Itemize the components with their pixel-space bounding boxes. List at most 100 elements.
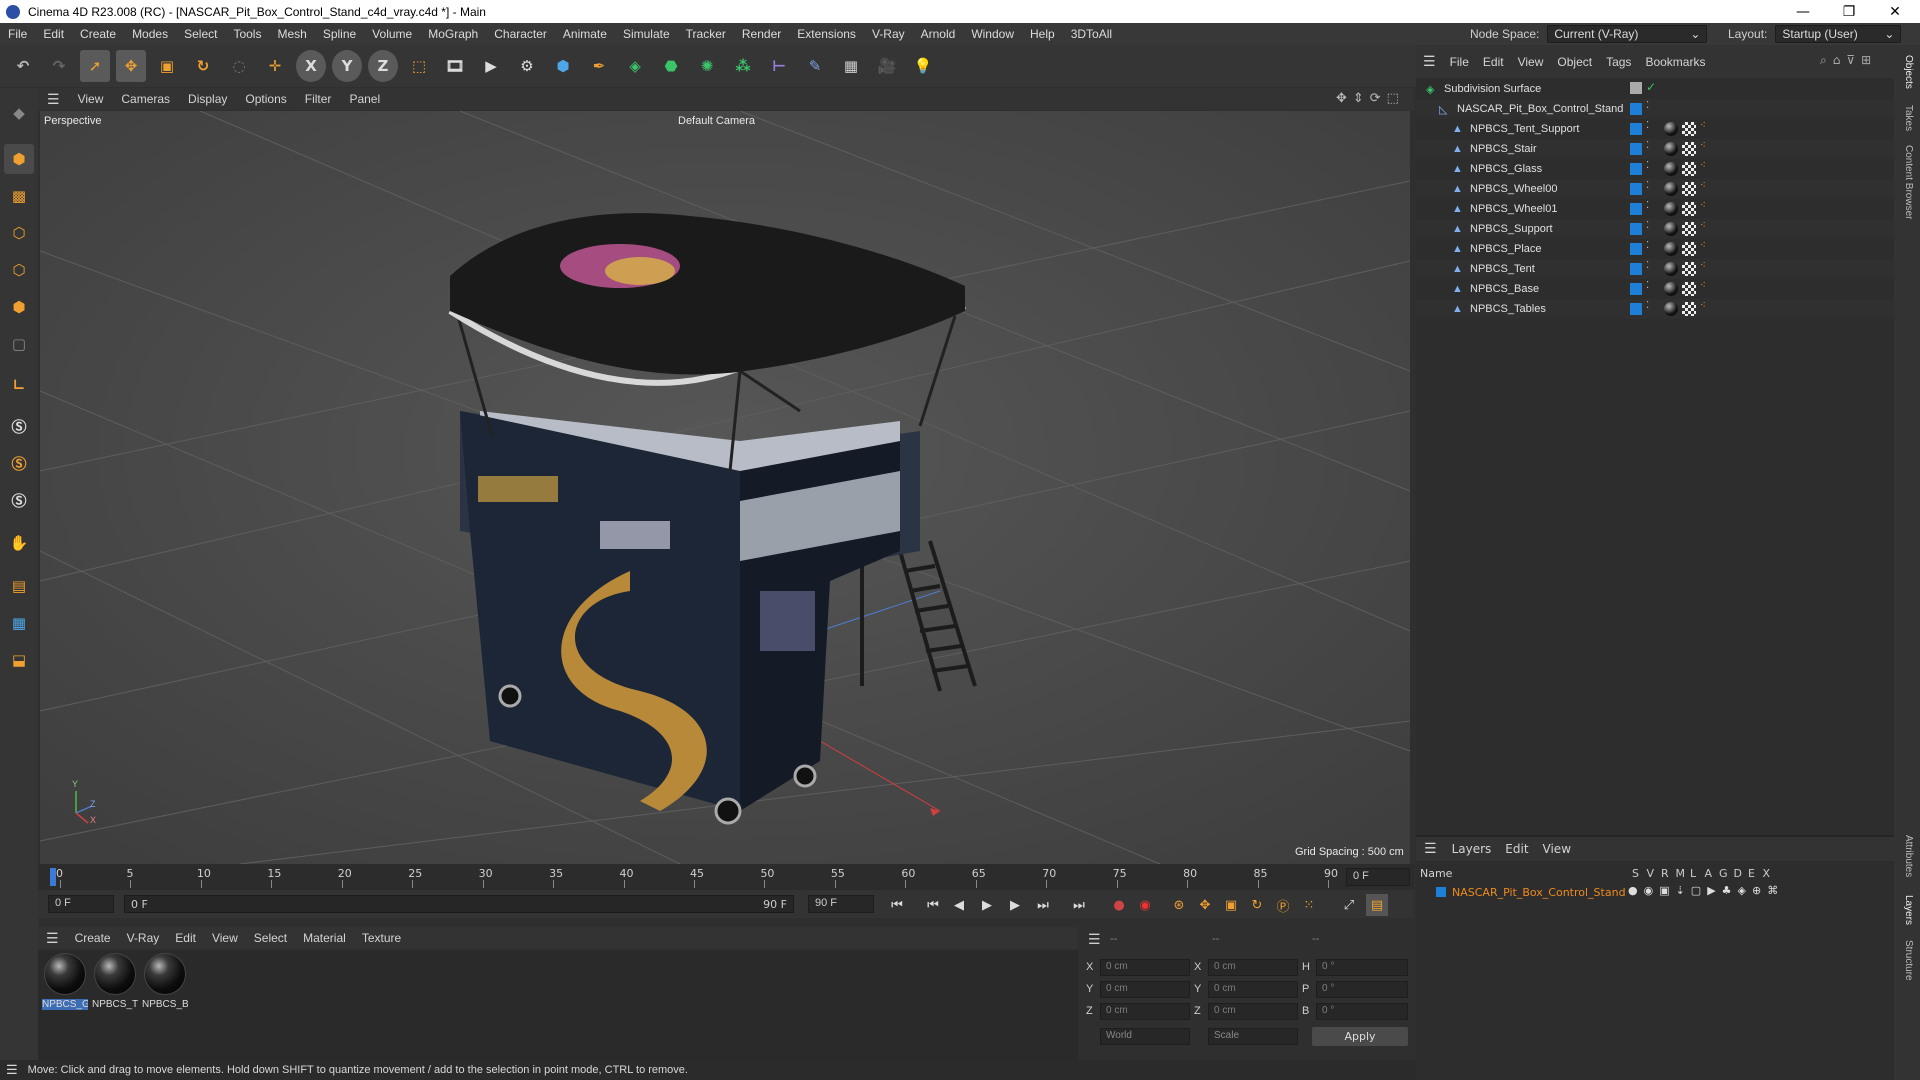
vray-tag-icon[interactable]: ⁖ <box>1700 280 1714 294</box>
layer-color-tag[interactable] <box>1630 223 1642 235</box>
vray-tag-icon[interactable]: ⁖ <box>1700 200 1714 214</box>
menu-3dtoall[interactable]: 3DToAll <box>1063 27 1120 41</box>
menu-mograph[interactable]: MoGraph <box>420 27 486 41</box>
tab-attributes[interactable]: Attributes <box>1903 835 1914 877</box>
visibility-dots-icon[interactable]: ⁚ <box>1646 220 1660 234</box>
move-icon[interactable]: ✥ <box>116 50 146 82</box>
texture-tag-icon[interactable] <box>1682 142 1696 156</box>
object-name[interactable]: NPBCS_Support <box>1470 223 1553 235</box>
axis-mode-icon[interactable]: ∟ <box>4 370 34 400</box>
layer-color-tag[interactable] <box>1630 143 1642 155</box>
go-to-end-icon[interactable]: ⏭ <box>1068 894 1090 916</box>
camera-icon[interactable]: 🎥 <box>872 50 902 82</box>
vray-tag-icon[interactable]: ⁖ <box>1700 180 1714 194</box>
menu-arnold[interactable]: Arnold <box>913 27 964 41</box>
material-menu-material[interactable]: Material <box>295 931 354 945</box>
texture-tag-icon[interactable] <box>1682 242 1696 256</box>
next-key-icon[interactable]: ⏭ <box>1032 894 1054 916</box>
extrude-icon[interactable]: ⬣ <box>656 50 686 82</box>
live-select-icon[interactable]: ◌ <box>224 50 254 82</box>
key-rotation-icon[interactable]: ↻ <box>1246 894 1268 916</box>
vray-tag-icon[interactable]: ⁖ <box>1700 120 1714 134</box>
material-menu-select[interactable]: Select <box>246 931 295 945</box>
apply-button[interactable]: Apply <box>1312 1027 1408 1046</box>
material-tag-icon[interactable] <box>1664 202 1678 216</box>
rotation-h-field[interactable]: 0 ° <box>1316 959 1408 976</box>
transform-icon[interactable]: ✛ <box>260 50 290 82</box>
material-menu-create[interactable]: Create <box>67 931 119 945</box>
tab-objects[interactable]: Objects <box>1903 55 1914 89</box>
material-tag-icon[interactable] <box>1664 182 1678 196</box>
position-x-field[interactable]: 0 cm <box>1100 959 1190 976</box>
timeline-ruler[interactable]: 0 5 10 15 20 25 30 35 40 45 50 55 60 65 70 75 80 85 90 0 F <box>38 864 1414 890</box>
texture-tag-icon[interactable] <box>1682 262 1696 276</box>
menu-simulate[interactable]: Simulate <box>615 27 678 41</box>
layer-color-tag[interactable] <box>1630 183 1642 195</box>
layers-menu-layers[interactable]: Layers <box>1445 842 1499 856</box>
object-name[interactable]: NPBCS_Glass <box>1470 163 1542 175</box>
layer-color-swatch[interactable] <box>1436 887 1446 897</box>
cloner-icon[interactable]: ✺ <box>692 50 722 82</box>
material-tag-icon[interactable] <box>1664 222 1678 236</box>
coords-hamburger-icon[interactable]: ☰ <box>1088 931 1101 948</box>
rotate-icon[interactable]: ↻ <box>188 50 218 82</box>
undo-icon[interactable]: ↶ <box>8 50 38 82</box>
menu-vray[interactable]: V-Ray <box>864 27 913 41</box>
render-picture-viewer-icon[interactable]: ▶ <box>476 50 506 82</box>
start-frame-field[interactable]: 0 F <box>48 895 114 913</box>
enabled-check-icon[interactable]: ✓ <box>1646 80 1660 94</box>
visibility-dots-icon[interactable]: ⁚ <box>1646 280 1660 294</box>
om-hamburger-icon[interactable]: ☰ <box>1416 53 1443 70</box>
light-icon[interactable]: 💡 <box>908 50 938 82</box>
render-settings-icon[interactable]: ⚙ <box>512 50 542 82</box>
rotation-b-field[interactable]: 0 ° <box>1316 1003 1408 1020</box>
vray-tag-icon[interactable]: ⁖ <box>1700 240 1714 254</box>
select-icon[interactable]: ➚ <box>80 50 110 82</box>
tab-takes[interactable]: Takes <box>1903 105 1914 131</box>
snap-settings-icon[interactable]: Ⓢ <box>4 448 34 478</box>
status-menu-icon[interactable]: ☰ <box>6 1062 18 1078</box>
menu-tools[interactable]: Tools <box>225 27 269 41</box>
tab-layers[interactable]: Layers <box>1903 895 1914 925</box>
menu-spline[interactable]: Spline <box>315 27 364 41</box>
menu-window[interactable]: Window <box>963 27 1022 41</box>
model-mode-icon[interactable]: ⬢ <box>4 144 34 174</box>
material-tag-icon[interactable] <box>1664 302 1678 316</box>
material-swatch[interactable]: NPBCS_T <box>92 953 138 1010</box>
layer-name[interactable]: NASCAR_Pit_Box_Control_Stand <box>1452 886 1626 899</box>
lock-workplane-icon[interactable]: ⬓ <box>4 645 34 675</box>
perspective-viewport[interactable]: Perspective Default Camera Grid Spacing … <box>40 111 1410 864</box>
menu-render[interactable]: Render <box>734 27 789 41</box>
visibility-dots-icon[interactable]: ⁚ <box>1646 240 1660 254</box>
subdivision-icon[interactable]: ◈ <box>620 50 650 82</box>
timeline-scale-icon[interactable]: ▤ <box>1366 894 1388 916</box>
menu-animate[interactable]: Animate <box>555 27 615 41</box>
material-swatch[interactable]: NPBCS_G <box>42 953 88 1010</box>
layer-row[interactable]: NASCAR_Pit_Box_Control_Stand ●◉▣⇣▢▶♣◈⊕⌘ <box>1416 883 1894 901</box>
layer-color-tag[interactable] <box>1630 303 1642 315</box>
autokey-icon[interactable]: ◉ <box>1134 894 1156 916</box>
layers-menu-view[interactable]: View <box>1536 842 1578 856</box>
previous-frame-icon[interactable]: ◀ <box>948 894 970 916</box>
vray-tag-icon[interactable]: ⁖ <box>1700 160 1714 174</box>
vray-tag-icon[interactable]: ⁖ <box>1700 140 1714 154</box>
object-name[interactable]: NPBCS_Tent_Support <box>1470 123 1579 135</box>
polygons-mode-icon[interactable]: ⬢ <box>4 292 34 322</box>
play-icon[interactable]: ▶ <box>976 894 998 916</box>
material-tag-icon[interactable] <box>1664 262 1678 276</box>
layer-color-tag[interactable] <box>1630 283 1642 295</box>
snap-icon[interactable]: Ⓢ <box>4 411 34 441</box>
key-position-icon[interactable]: ✥ <box>1194 894 1216 916</box>
material-tag-icon[interactable] <box>1664 162 1678 176</box>
transform-mode-dropdown[interactable]: Scale <box>1208 1028 1298 1045</box>
end-frame-field[interactable]: 90 F <box>808 895 874 913</box>
layer-color-tag[interactable] <box>1630 263 1642 275</box>
z-axis-icon[interactable]: Z <box>368 50 398 82</box>
key-scale-icon[interactable]: ▣ <box>1220 894 1242 916</box>
material-menu-vray[interactable]: V-Ray <box>119 931 168 945</box>
menu-volume[interactable]: Volume <box>364 27 420 41</box>
object-name[interactable]: NPBCS_Wheel00 <box>1470 183 1557 195</box>
layer-color-tag[interactable] <box>1630 103 1642 115</box>
visibility-dots-icon[interactable]: ⁚ <box>1646 140 1660 154</box>
menu-file[interactable]: File <box>0 27 35 41</box>
